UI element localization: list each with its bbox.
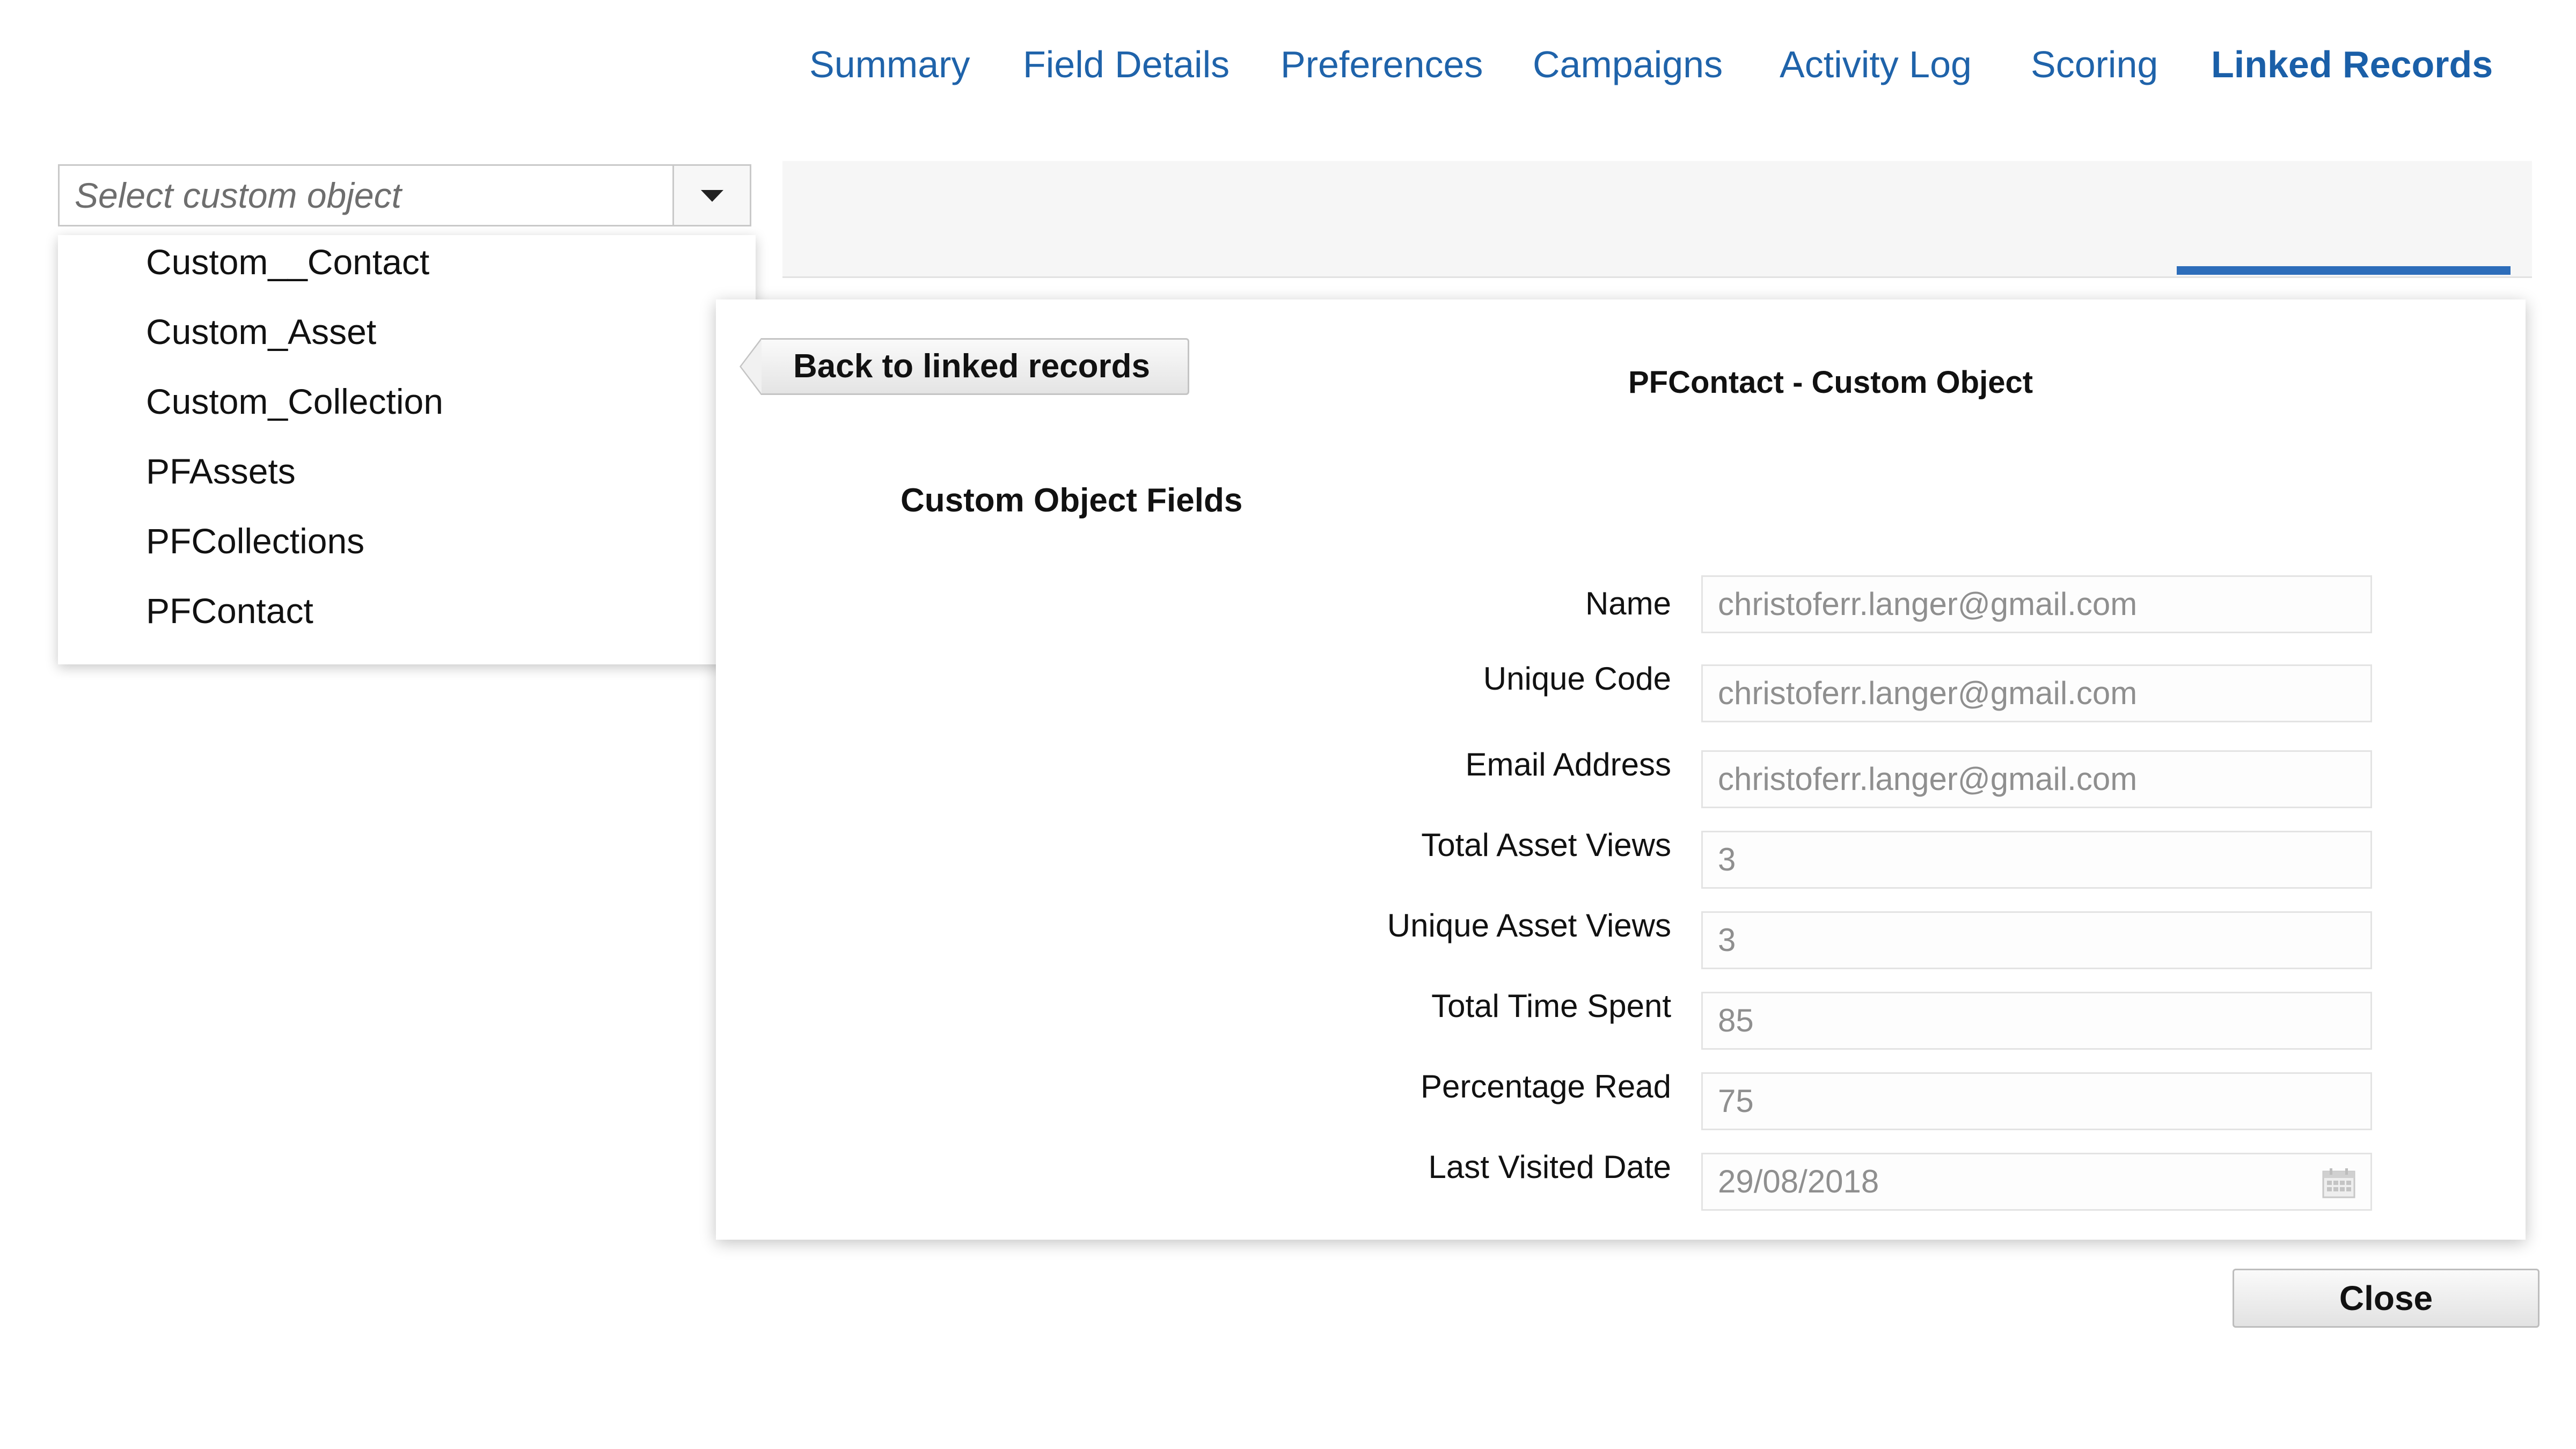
field-label-unique-code: Unique Code xyxy=(1483,661,1671,697)
field-value: 3 xyxy=(1718,922,1736,958)
linked-records-screen: Select custom object Custom__Contact Cus… xyxy=(0,0,2576,1449)
field-value: christoferr.langer@gmail.com xyxy=(1718,675,2138,711)
select-placeholder: Select custom object xyxy=(75,175,401,215)
field-label-email-address: Email Address xyxy=(1465,747,1672,782)
active-tab-indicator xyxy=(2177,266,2511,275)
name-field[interactable]: christoferr.langer@gmail.com xyxy=(1701,575,2372,633)
field-label-percentage-read: Percentage Read xyxy=(1421,1069,1671,1104)
close-button[interactable]: Close xyxy=(2233,1269,2540,1328)
back-arrow-fill xyxy=(741,340,762,393)
tab-campaigns[interactable]: Campaigns xyxy=(1533,38,1723,91)
tab-field-details[interactable]: Field Details xyxy=(1023,38,1230,91)
section-title: Custom Object Fields xyxy=(901,482,1243,519)
panel-title: PFContact - Custom Object xyxy=(1628,365,2033,400)
field-value: christoferr.langer@gmail.com xyxy=(1718,761,2138,797)
custom-object-select[interactable]: Select custom object xyxy=(58,164,751,226)
email-address-field[interactable]: christoferr.langer@gmail.com xyxy=(1701,750,2372,808)
dropdown-option[interactable]: Custom__Contact xyxy=(146,235,429,289)
total-asset-views-field[interactable]: 3 xyxy=(1701,831,2372,889)
custom-object-dropdown-menu: Custom__Contact Custom_Asset Custom_Coll… xyxy=(58,235,756,664)
last-visited-date-field[interactable]: 29/08/2018 xyxy=(1701,1153,2372,1211)
linked-record-detail-panel: Back to linked records PFContact - Custo… xyxy=(716,299,2526,1240)
field-label-total-time-spent: Total Time Spent xyxy=(1431,988,1671,1024)
back-to-linked-records-button[interactable]: Back to linked records xyxy=(740,338,1189,395)
tab-preferences[interactable]: Preferences xyxy=(1280,38,1483,91)
dropdown-option[interactable]: PFContact xyxy=(146,584,313,638)
unique-code-field[interactable]: christoferr.langer@gmail.com xyxy=(1701,664,2372,722)
field-value: 75 xyxy=(1718,1083,1754,1119)
tab-bar xyxy=(782,161,2532,278)
field-value: 85 xyxy=(1718,1002,1754,1038)
back-button-label: Back to linked records xyxy=(793,348,1151,385)
field-value: 3 xyxy=(1718,841,1736,877)
tab-scoring[interactable]: Scoring xyxy=(2031,38,2158,91)
field-label-total-asset-views: Total Asset Views xyxy=(1421,827,1671,863)
unique-asset-views-field[interactable]: 3 xyxy=(1701,911,2372,969)
dropdown-option[interactable]: Custom_Collection xyxy=(146,375,443,428)
calendar-icon[interactable] xyxy=(2322,1167,2355,1198)
close-button-label: Close xyxy=(2339,1279,2433,1318)
total-time-spent-field[interactable]: 85 xyxy=(1701,992,2372,1050)
field-label-last-visited-date: Last Visited Date xyxy=(1428,1149,1672,1185)
percentage-read-field[interactable]: 75 xyxy=(1701,1072,2372,1130)
field-label-name: Name xyxy=(1585,586,1671,621)
select-toggle-button[interactable] xyxy=(672,166,750,225)
field-value: 29/08/2018 xyxy=(1718,1163,1879,1199)
tab-activity-log[interactable]: Activity Log xyxy=(1780,38,1972,91)
dropdown-option[interactable]: Custom_Asset xyxy=(146,305,376,358)
dropdown-option[interactable]: PFCollections xyxy=(146,514,364,568)
field-value: christoferr.langer@gmail.com xyxy=(1718,586,2138,622)
tab-linked-records[interactable]: Linked Records xyxy=(2211,38,2493,91)
field-label-unique-asset-views: Unique Asset Views xyxy=(1387,908,1671,943)
dropdown-option[interactable]: PFAssets xyxy=(146,444,296,498)
caret-down-icon xyxy=(700,190,723,202)
tab-summary[interactable]: Summary xyxy=(809,38,970,91)
